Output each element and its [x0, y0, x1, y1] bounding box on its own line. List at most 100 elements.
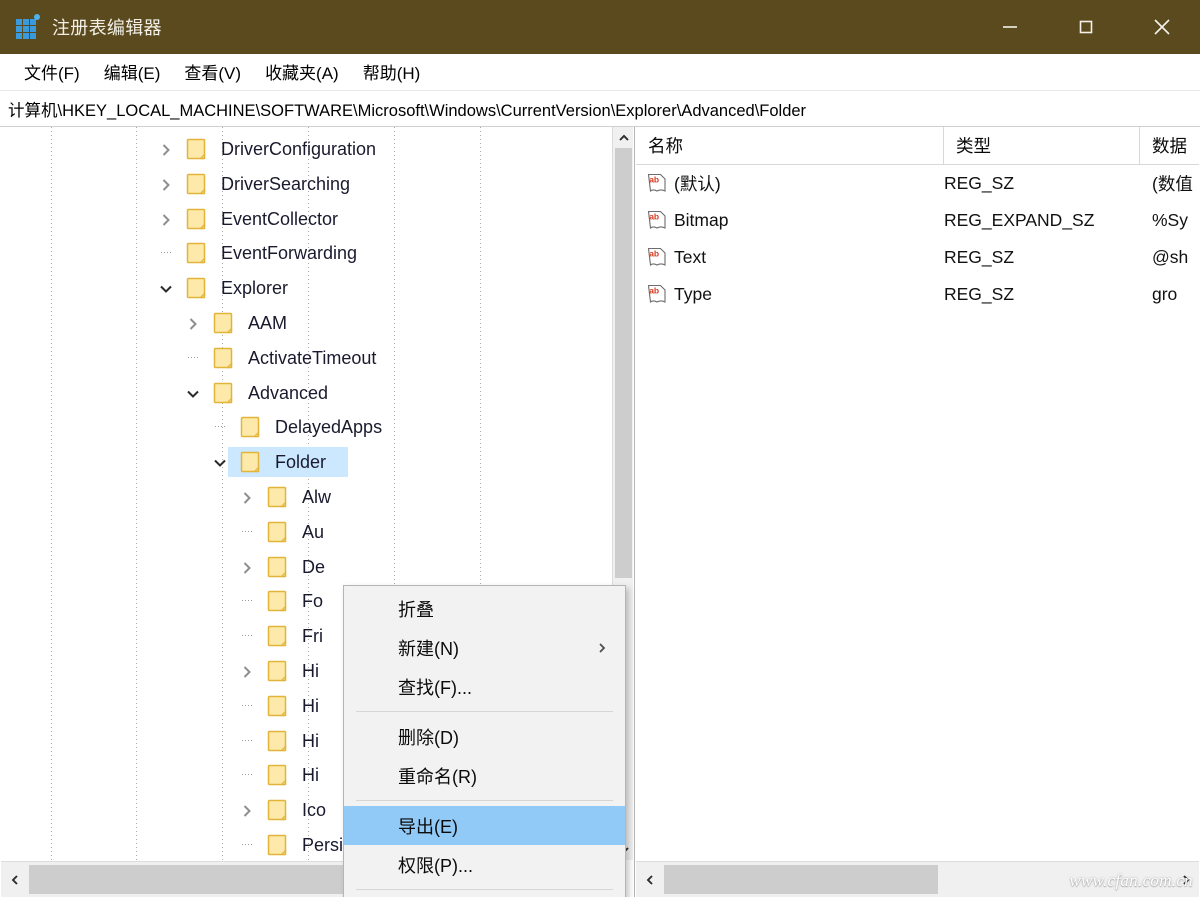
chevron-right-icon[interactable]: [182, 313, 204, 335]
context-menu-separator: [356, 800, 613, 801]
tree-item-alw[interactable]: Alw: [1, 480, 613, 515]
folder-icon: [267, 590, 292, 612]
context-menu-item-d[interactable]: 删除(D): [344, 717, 625, 756]
values-list[interactable]: ab (默认) REG_SZ (数值 ab Bitmap REG_EXPAND_SZ %Sy a…: [636, 165, 1199, 313]
tree-item-label: DriverConfiguration: [221, 139, 377, 159]
value-row[interactable]: ab Text REG_SZ @sh: [636, 239, 1199, 276]
hscroll-left-arrow[interactable]: [1, 862, 28, 897]
context-menu-item-label: 新建(N): [398, 638, 459, 659]
chevron-right-icon[interactable]: [155, 209, 177, 231]
scroll-thumb[interactable]: [615, 148, 632, 578]
menu-item-view[interactable]: 查看(V): [172, 56, 253, 88]
tree-connector: [242, 635, 253, 637]
values-hscroll-left-arrow[interactable]: [636, 862, 663, 897]
tree-connector: [242, 844, 253, 845]
folder-icon: [267, 521, 292, 543]
context-menu-item-label: 删除(D): [398, 727, 459, 748]
address-bar[interactable]: 计算机\HKEY_LOCAL_MACHINE\SOFTWARE\Microsof…: [0, 91, 1200, 127]
tree-item-driversearching[interactable]: DriverSearching: [1, 167, 613, 202]
chevron-right-icon[interactable]: [236, 487, 258, 509]
tree-context-menu[interactable]: 折叠新建(N)查找(F)...删除(D)重命名(R)导出(E)权限(P)...复…: [343, 585, 626, 897]
tree-item-label: DriverSearching: [221, 173, 351, 194]
tree-item-label: EventCollector: [221, 208, 339, 229]
value-type-cell: REG_SZ: [944, 247, 1015, 267]
context-menu-separator: [356, 711, 613, 712]
tree-item-label: Hi: [302, 730, 319, 751]
scroll-up-arrow[interactable]: [613, 127, 634, 148]
folder-icon: [267, 695, 292, 717]
values-hscroll-right-arrow[interactable]: [1172, 862, 1199, 897]
tree-item-label: Hi: [302, 661, 319, 681]
value-type-cell: REG_SZ: [944, 173, 1015, 193]
chevron-right-icon[interactable]: [236, 661, 258, 683]
svg-text:ab: ab: [649, 249, 659, 259]
value-data-cell: (数值: [1152, 174, 1193, 194]
column-header-name[interactable]: 名称: [636, 127, 944, 164]
tree-item-label: Ico: [302, 800, 327, 821]
chevron-down-icon[interactable]: [155, 278, 177, 300]
tree-item-label: Hi: [302, 765, 319, 786]
tree-item-aam[interactable]: AAM: [1, 306, 613, 341]
tree-item-advanced[interactable]: Advanced: [1, 376, 613, 411]
folder-icon: [267, 625, 292, 647]
chevron-right-icon[interactable]: [155, 174, 177, 196]
folder-icon: [267, 556, 292, 578]
tree-connector: [242, 774, 253, 776]
value-row[interactable]: ab (默认) REG_SZ (数值: [636, 165, 1199, 202]
minimize-button[interactable]: [972, 0, 1048, 54]
tree-item-au[interactable]: Au: [1, 515, 613, 550]
context-menu-item-n[interactable]: 新建(N): [344, 628, 625, 667]
context-menu-item-[interactable]: 折叠: [344, 589, 625, 628]
ab-string-value-icon: ab: [646, 210, 668, 232]
chevron-down-icon[interactable]: [209, 452, 231, 474]
chevron-right-icon[interactable]: [155, 139, 177, 161]
value-data-cell: @sh: [1152, 247, 1189, 267]
chevron-right-icon[interactable]: [236, 800, 258, 822]
value-name-cell: Bitmap: [674, 210, 729, 230]
context-menu-separator: [356, 889, 613, 890]
column-header-data[interactable]: 数据: [1140, 127, 1199, 164]
value-row[interactable]: ab Type REG_SZ gro: [636, 276, 1199, 313]
folder-icon: [267, 730, 292, 752]
menu-item-edit[interactable]: 编辑(E): [92, 56, 173, 88]
menu-item-favorites[interactable]: 收藏夹(A): [253, 56, 351, 88]
context-menu-item-f[interactable]: 查找(F)...: [344, 667, 625, 706]
column-header-type[interactable]: 类型: [944, 127, 1140, 164]
chevron-down-icon[interactable]: [182, 383, 204, 405]
tree-item-label: Fri: [302, 626, 323, 647]
tree-item-folder[interactable]: Folder: [1, 445, 613, 480]
values-hscroll-thumb[interactable]: [664, 865, 938, 894]
chevron-right-icon[interactable]: [236, 557, 258, 579]
context-menu-item-r[interactable]: 重命名(R): [344, 756, 625, 795]
window-controls: [972, 0, 1200, 54]
tree-connector: [242, 704, 253, 706]
context-menu-item-p[interactable]: 权限(P)...: [344, 845, 625, 884]
context-menu-item-label: 折叠: [398, 599, 434, 620]
folder-icon: [186, 277, 211, 299]
values-horizontal-scrollbar[interactable]: [636, 861, 1199, 897]
window-title: 注册表编辑器: [52, 18, 162, 38]
submenu-chevron-icon: [595, 641, 609, 655]
close-button[interactable]: [1124, 0, 1200, 54]
value-row[interactable]: ab Bitmap REG_EXPAND_SZ %Sy: [636, 202, 1199, 239]
title-bar[interactable]: 注册表编辑器: [0, 0, 1200, 54]
tree-item-explorer[interactable]: Explorer: [1, 271, 613, 306]
tree-item-delayedapps[interactable]: DelayedApps: [1, 410, 613, 445]
maximize-button[interactable]: [1048, 0, 1124, 54]
context-menu-item-label: 重命名(R): [398, 766, 477, 787]
tree-item-driverconfiguration[interactable]: DriverConfiguration: [1, 132, 613, 167]
folder-icon: [213, 347, 238, 369]
svg-text:ab: ab: [649, 286, 659, 296]
menu-item-help[interactable]: 帮助(H): [351, 56, 433, 88]
tree-item-activatetimeout[interactable]: ActivateTimeout: [1, 341, 613, 376]
context-menu-item-e[interactable]: 导出(E): [344, 806, 625, 845]
menu-item-file[interactable]: 文件(F): [12, 56, 92, 88]
registry-values-pane: 名称 类型 数据 ab (默认) REG_SZ (数值 ab Bitmap REG_EXPA…: [636, 127, 1199, 897]
value-type-cell: REG_EXPAND_SZ: [944, 210, 1095, 230]
tree-item-eventcollector[interactable]: EventCollector: [1, 202, 613, 237]
folder-icon: [267, 660, 292, 682]
value-name-cell: Type: [674, 284, 712, 304]
tree-item-eventforwarding[interactable]: EventForwarding: [1, 236, 613, 271]
tree-item-de[interactable]: De: [1, 550, 613, 585]
menu-bar: 文件(F) 编辑(E) 查看(V) 收藏夹(A) 帮助(H): [0, 54, 1200, 91]
